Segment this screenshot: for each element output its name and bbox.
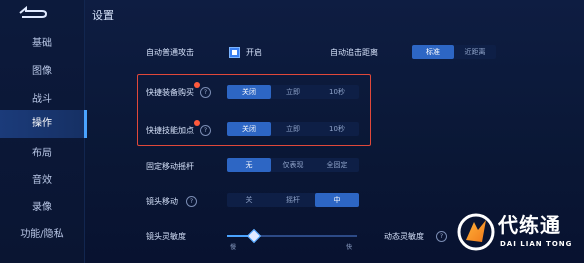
camera-move-option-joystick[interactable]: 摇杆 xyxy=(271,193,315,207)
auto-distance-option-standard[interactable]: 标准 xyxy=(412,45,454,59)
help-icon[interactable]: ? xyxy=(436,231,447,242)
fixed-joystick-label: 固定移动摇杆 xyxy=(146,162,194,171)
camera-move-option-off[interactable]: 关 xyxy=(227,193,271,207)
auto-attack-value: 开启 xyxy=(246,48,262,57)
sidebar-item-layout[interactable]: 布局 xyxy=(0,140,84,168)
sidebar-item-replay[interactable]: 录像 xyxy=(0,194,84,222)
camera-sensitivity-min: 慢 xyxy=(230,244,237,251)
fixed-joystick-option-none[interactable]: 无 xyxy=(227,158,271,172)
back-icon[interactable] xyxy=(12,4,52,22)
quick-buy-option-now[interactable]: 立即 xyxy=(271,85,315,99)
quick-buy-segmented: 关闭 立即 10秒 xyxy=(227,85,359,99)
help-icon[interactable]: ? xyxy=(186,196,197,207)
camera-sensitivity-knob[interactable] xyxy=(246,228,262,244)
settings-screen: 基础 图像 战斗 操作 布局 音效 录像 功能/隐私 设置 自动普通攻击 开启 … xyxy=(0,0,584,263)
quick-skill-option-10s[interactable]: 10秒 xyxy=(315,122,359,136)
quick-buy-label: 快捷装备购买 xyxy=(146,88,194,97)
sidebar-item-graphics[interactable]: 图像 xyxy=(0,58,84,86)
new-badge-dot xyxy=(194,82,200,88)
help-icon[interactable]: ? xyxy=(200,125,211,136)
auto-distance-label: 自动追击距离 xyxy=(330,48,378,57)
quick-buy-option-10s[interactable]: 10秒 xyxy=(315,85,359,99)
camera-move-label: 镜头移动 xyxy=(146,197,178,206)
dynamic-sensitivity-label: 动态灵敏度 xyxy=(384,232,424,241)
auto-distance-segmented: 标准 近距离 xyxy=(412,45,496,59)
camera-move-option-mid[interactable]: 中 xyxy=(315,193,359,207)
sidebar-item-privacy[interactable]: 功能/隐私 xyxy=(0,221,84,249)
quick-skill-segmented: 关闭 立即 10秒 xyxy=(227,122,359,136)
sidebar: 基础 图像 战斗 操作 布局 音效 录像 功能/隐私 xyxy=(0,0,87,263)
page-title: 设置 xyxy=(92,9,114,22)
camera-move-segmented: 关 摇杆 中 xyxy=(227,193,359,207)
auto-attack-checkbox[interactable] xyxy=(229,47,240,58)
quick-skill-label: 快捷技能加点 xyxy=(146,126,194,135)
camera-sensitivity-max: 快 xyxy=(346,244,353,251)
sidebar-item-basic[interactable]: 基础 xyxy=(0,30,84,58)
help-icon[interactable]: ? xyxy=(200,87,211,98)
watermark-text: 代练通 xyxy=(498,213,561,237)
watermark-subtext: DAI LIAN TONG xyxy=(500,240,573,248)
fixed-joystick-option-visual[interactable]: 仅表现 xyxy=(271,158,315,172)
quick-skill-option-off[interactable]: 关闭 xyxy=(227,122,271,136)
sidebar-item-sound[interactable]: 音效 xyxy=(0,167,84,195)
sidebar-item-controls[interactable]: 操作 xyxy=(0,110,87,138)
quick-skill-option-now[interactable]: 立即 xyxy=(271,122,315,136)
auto-distance-option-near[interactable]: 近距离 xyxy=(454,45,496,59)
fixed-joystick-option-full[interactable]: 全固定 xyxy=(315,158,359,172)
new-badge-dot xyxy=(194,120,200,126)
camera-sensitivity-label: 镜头灵敏度 xyxy=(146,232,186,241)
auto-attack-label: 自动普通攻击 xyxy=(146,48,194,57)
quick-buy-option-off[interactable]: 关闭 xyxy=(227,85,271,99)
fixed-joystick-segmented: 无 仅表现 全固定 xyxy=(227,158,359,172)
